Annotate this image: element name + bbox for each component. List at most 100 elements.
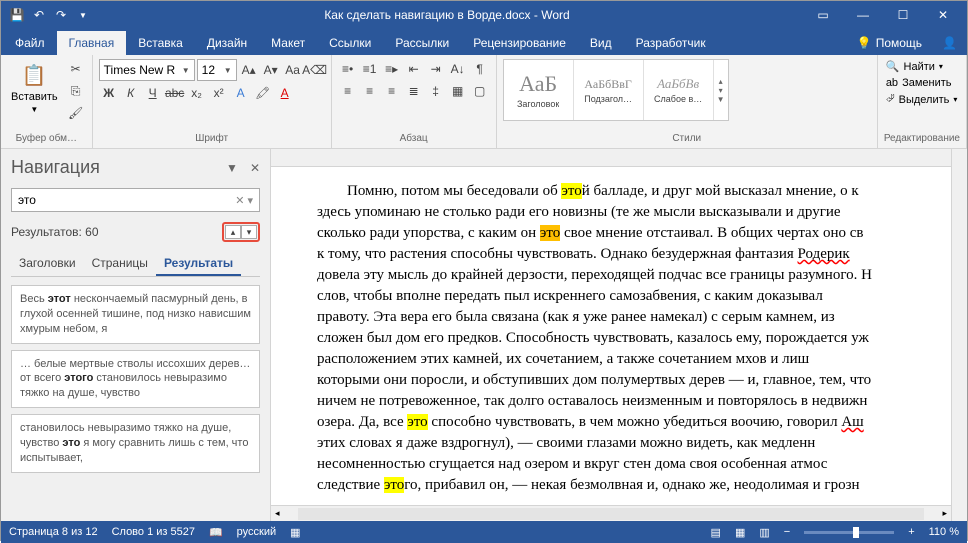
nav-menu-icon[interactable]: ▼ <box>226 161 238 175</box>
italic-icon[interactable]: К <box>121 83 141 103</box>
style-weak[interactable]: АаБбВв Слабое в… <box>644 60 714 120</box>
spell-error: Родерик <box>798 246 850 262</box>
tab-view[interactable]: Вид <box>578 31 624 55</box>
strike-icon[interactable]: abc <box>165 83 185 103</box>
shading-icon[interactable]: ▦ <box>448 81 468 101</box>
zoom-slider[interactable] <box>804 531 894 534</box>
font-name-select[interactable]: Times New R▼ <box>99 59 195 81</box>
justify-icon[interactable]: ≣ <box>404 81 424 101</box>
show-marks-icon[interactable]: ¶ <box>470 59 490 79</box>
tab-design[interactable]: Дизайн <box>195 31 259 55</box>
result-item[interactable]: Весь этот нескончаемый пасмурный день, в… <box>11 285 260 344</box>
tab-layout[interactable]: Макет <box>259 31 317 55</box>
font-size-select[interactable]: 12▼ <box>197 59 237 81</box>
nav-tab-headings[interactable]: Заголовки <box>11 252 84 276</box>
format-painter-icon[interactable]: 🖌 <box>66 103 86 123</box>
align-center-icon[interactable]: ≡ <box>360 81 380 101</box>
line-spacing-icon[interactable]: ‡ <box>426 81 446 101</box>
find-button[interactable]: 🔍Найти▾ <box>884 59 945 74</box>
chevron-down-icon: ▼ <box>182 66 190 75</box>
grow-font-icon[interactable]: A▴ <box>239 60 259 80</box>
indent-dec-icon[interactable]: ⇤ <box>404 59 424 79</box>
nav-close-icon[interactable]: ✕ <box>250 161 260 175</box>
copy-icon[interactable]: ⎘ <box>66 81 86 101</box>
tab-insert[interactable]: Вставка <box>126 31 195 55</box>
borders-icon[interactable]: ▢ <box>470 81 490 101</box>
bold-icon[interactable]: Ж <box>99 83 119 103</box>
replace-button[interactable]: abЗаменить <box>884 76 954 90</box>
result-item[interactable]: … белые мертвые стволы иссохших дерев… о… <box>11 350 260 409</box>
tab-developer[interactable]: Разработчик <box>624 31 718 55</box>
nav-search-input[interactable]: это ✕ ▾ <box>11 188 260 212</box>
undo-icon[interactable]: ↶ <box>31 7 47 23</box>
close-icon[interactable]: ✕ <box>923 1 963 29</box>
prev-result-icon[interactable]: ▴ <box>225 225 241 239</box>
select-button[interactable]: ⮰Выделить▾ <box>884 92 960 107</box>
zoom-in-icon[interactable]: + <box>908 526 914 538</box>
tab-home[interactable]: Главная <box>57 31 127 55</box>
tab-mailings[interactable]: Рассылки <box>383 31 461 55</box>
style-heading[interactable]: АаБ Заголовок <box>504 60 574 120</box>
status-words[interactable]: Слово 1 из 5527 <box>112 526 195 538</box>
change-case-icon[interactable]: Aa <box>283 60 303 80</box>
bullets-icon[interactable]: ≡• <box>338 59 358 79</box>
font-color-icon[interactable]: A <box>275 83 295 103</box>
maximize-icon[interactable]: ☐ <box>883 1 923 29</box>
gallery-more-icon[interactable]: ▼ <box>714 95 728 104</box>
align-left-icon[interactable]: ≡ <box>338 81 358 101</box>
clear-search-icon[interactable]: ✕ ▾ <box>235 194 253 207</box>
scroll-left-icon[interactable]: ◂ <box>271 508 284 519</box>
document-page[interactable]: Помню, потом мы беседовали об этой балла… <box>271 167 951 505</box>
ruler[interactable] <box>271 149 951 167</box>
status-language[interactable]: русский <box>237 526 276 538</box>
replace-icon: ab <box>886 77 898 89</box>
styles-gallery[interactable]: АаБ Заголовок АаБбВвГ Подзагол… АаБбВв С… <box>503 59 729 121</box>
style-subheading[interactable]: АаБбВвГ Подзагол… <box>574 60 644 120</box>
vertical-scrollbar[interactable] <box>951 149 967 521</box>
tab-references[interactable]: Ссылки <box>317 31 383 55</box>
zoom-out-icon[interactable]: − <box>784 526 790 538</box>
underline-icon[interactable]: Ч <box>143 83 163 103</box>
tab-review[interactable]: Рецензирование <box>461 31 578 55</box>
ribbon: 📋 Вставить ▼ ✂ ⎘ 🖌 Буфер обм… Times New … <box>1 55 967 149</box>
multilevel-icon[interactable]: ≡▸ <box>382 59 402 79</box>
save-icon[interactable]: 💾 <box>9 7 25 23</box>
subscript-icon[interactable]: x₂ <box>187 83 207 103</box>
results-count: Результатов: 60 <box>11 225 99 239</box>
next-result-icon[interactable]: ▾ <box>241 225 257 239</box>
status-page[interactable]: Страница 8 из 12 <box>9 526 98 538</box>
nav-tab-pages[interactable]: Страницы <box>84 252 156 276</box>
highlight-icon[interactable]: 🖍 <box>253 83 273 103</box>
view-web-icon[interactable]: ▥ <box>759 526 769 539</box>
nav-tab-results[interactable]: Результаты <box>156 252 241 276</box>
shrink-font-icon[interactable]: A▾ <box>261 60 281 80</box>
superscript-icon[interactable]: x² <box>209 83 229 103</box>
gallery-down-icon[interactable]: ▾ <box>714 86 728 95</box>
status-spellcheck-icon[interactable]: 📖 <box>209 526 223 539</box>
status-macro-icon[interactable]: ▦ <box>290 526 300 539</box>
indent-inc-icon[interactable]: ⇥ <box>426 59 446 79</box>
gallery-up-icon[interactable]: ▴ <box>714 77 728 86</box>
qat-customize-icon[interactable]: ▼ <box>75 7 91 23</box>
tab-file[interactable]: Файл <box>3 31 57 55</box>
numbering-icon[interactable]: ≡1 <box>360 59 380 79</box>
nav-results-list: Весь этот нескончаемый пасмурный день, в… <box>11 285 260 513</box>
view-read-icon[interactable]: ▤ <box>711 526 721 539</box>
view-print-icon[interactable]: ▦ <box>735 526 745 539</box>
scroll-right-icon[interactable]: ▸ <box>938 508 951 519</box>
results-nav-arrows: ▴ ▾ <box>222 222 260 242</box>
horizontal-scrollbar[interactable]: ◂ ▸ <box>271 505 951 521</box>
clear-format-icon[interactable]: A⌫ <box>305 60 325 80</box>
text-effects-icon[interactable]: A <box>231 83 251 103</box>
ribbon-options-icon[interactable]: ▭ <box>803 1 843 29</box>
zoom-level[interactable]: 110 % <box>929 526 959 538</box>
minimize-icon[interactable]: — <box>843 1 883 29</box>
cut-icon[interactable]: ✂ <box>66 59 86 79</box>
sort-icon[interactable]: A↓ <box>448 59 468 79</box>
redo-icon[interactable]: ↷ <box>53 7 69 23</box>
tell-me[interactable]: 💡Помощь <box>847 31 932 55</box>
share-icon[interactable]: 👤 <box>932 31 967 55</box>
paste-button[interactable]: 📋 Вставить ▼ <box>7 59 62 116</box>
align-right-icon[interactable]: ≡ <box>382 81 402 101</box>
result-item[interactable]: становилось невыразимо тяжко на душе, чу… <box>11 414 260 473</box>
